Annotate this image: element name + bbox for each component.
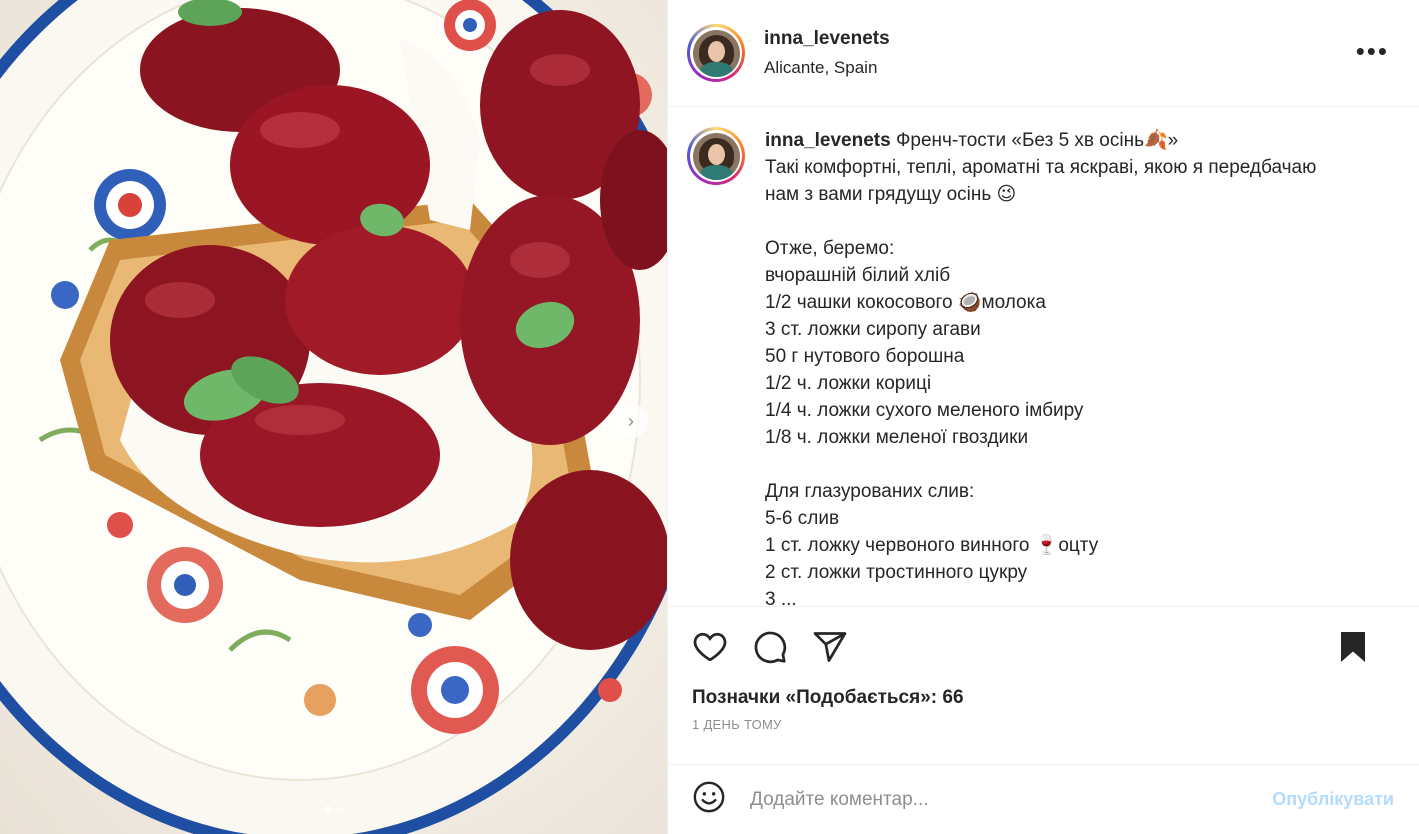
caption-line: вчорашній білий хліб xyxy=(765,265,951,286)
caption-first-line: inna_levenets Френч-тости «Без 5 хв осін… xyxy=(765,127,1316,154)
caption-line: 1/2 чашки кокосового 🥥молока xyxy=(765,292,1046,313)
carousel-next-button[interactable]: › xyxy=(614,404,648,438)
caption-text: inna_levenets Френч-тости «Без 5 хв осін… xyxy=(765,127,1316,606)
caption-line: 2 ст. ложки тростинного цукру xyxy=(765,562,1028,583)
header-location[interactable]: Alicante, Spain xyxy=(764,58,890,78)
food-photo xyxy=(0,0,667,834)
heart-icon[interactable] xyxy=(692,629,728,665)
post-side-panel: inna_levenets Alicante, Spain ••• inna_l… xyxy=(667,0,1419,834)
share-icon[interactable] xyxy=(812,629,848,665)
carousel-dot xyxy=(325,806,331,812)
caption-line: 5-6 слив xyxy=(765,508,840,529)
caption-line: 1/8 ч. ложки меленої гвоздики xyxy=(765,427,1029,448)
caption-line: Такі комфортні, теплі, ароматні та яскра… xyxy=(765,157,1317,178)
caption-line: 3 ... xyxy=(765,589,797,607)
caption-area: inna_levenets Френч-тости «Без 5 хв осін… xyxy=(668,107,1419,607)
post-media[interactable]: › xyxy=(0,0,667,834)
caption-username[interactable]: inna_levenets xyxy=(765,130,891,151)
caption-line: 50 г нутового борошна xyxy=(765,346,965,367)
caption-line: Для глазурованих слив: xyxy=(765,481,975,502)
comment-bar: Опублікувати xyxy=(668,764,1419,834)
comment-input[interactable] xyxy=(748,787,1273,812)
post-container: › inna_levenets Alicante, Spain ••• inna… xyxy=(0,0,1419,834)
header-username[interactable]: inna_levenets xyxy=(764,28,890,50)
action-bar xyxy=(668,607,1419,687)
caption-line: 1/2 ч. ложки кориці xyxy=(765,373,932,394)
caption-line: 1 ст. ложку червоного винного 🍷оцту xyxy=(765,535,1099,556)
more-options-icon[interactable]: ••• xyxy=(1356,38,1389,64)
caption-line: 3 ст. ложки сиропу агави xyxy=(765,319,981,340)
comment-icon[interactable] xyxy=(752,629,788,665)
caption-title: Френч-тости «Без 5 хв осінь🍂» xyxy=(895,130,1179,151)
carousel-dot xyxy=(336,806,342,812)
publish-comment-button[interactable]: Опублікувати xyxy=(1272,789,1394,810)
bookmark-icon[interactable] xyxy=(1335,629,1371,665)
avatar[interactable] xyxy=(687,24,745,82)
caption-avatar[interactable] xyxy=(687,127,745,185)
likes-count[interactable]: Позначки «Подобається»: 66 xyxy=(668,687,1419,709)
caption-line: 1/4 ч. ложки сухого меленого імбиру xyxy=(765,400,1084,421)
caption-line: Отже, беремо: xyxy=(765,238,895,259)
caption-line: нам з вами грядущу осінь 😉 xyxy=(765,184,1017,205)
post-header: inna_levenets Alicante, Spain ••• xyxy=(668,0,1419,107)
post-timestamp[interactable]: 1 ДЕНЬ ТОМУ xyxy=(668,717,1419,732)
chevron-right-icon: › xyxy=(628,410,634,431)
carousel-dots xyxy=(0,806,667,812)
caption-body: Такі комфортні, теплі, ароматні та яскра… xyxy=(765,154,1317,607)
emoji-icon[interactable] xyxy=(692,780,726,819)
